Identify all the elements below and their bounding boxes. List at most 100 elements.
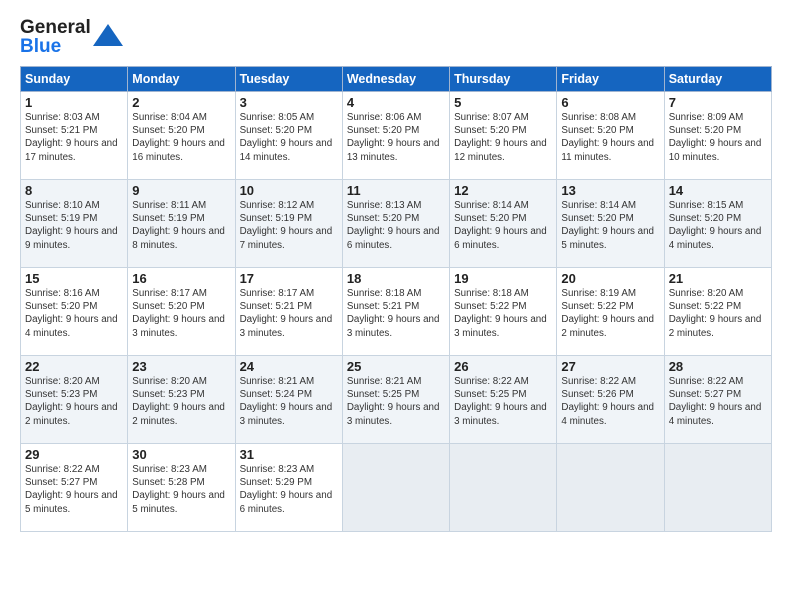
day-number: 6 xyxy=(561,95,659,110)
calendar-cell xyxy=(450,444,557,532)
calendar-week: 15Sunrise: 8:16 AMSunset: 5:20 PMDayligh… xyxy=(21,268,772,356)
day-info: Sunrise: 8:21 AMSunset: 5:24 PMDaylight:… xyxy=(240,375,338,428)
calendar-cell: 3Sunrise: 8:05 AMSunset: 5:20 PMDaylight… xyxy=(235,92,342,180)
day-info: Sunrise: 8:05 AMSunset: 5:20 PMDaylight:… xyxy=(240,111,338,164)
calendar-cell: 18Sunrise: 8:18 AMSunset: 5:21 PMDayligh… xyxy=(342,268,449,356)
day-info: Sunrise: 8:18 AMSunset: 5:22 PMDaylight:… xyxy=(454,287,552,340)
day-info: Sunrise: 8:11 AMSunset: 5:19 PMDaylight:… xyxy=(132,199,230,252)
day-info: Sunrise: 8:09 AMSunset: 5:20 PMDaylight:… xyxy=(669,111,767,164)
day-number: 4 xyxy=(347,95,445,110)
logo-blue: Blue xyxy=(20,36,61,57)
day-info: Sunrise: 8:08 AMSunset: 5:20 PMDaylight:… xyxy=(561,111,659,164)
page: General Blue SundayMondayTuesdayWednesda… xyxy=(0,0,792,612)
day-number: 9 xyxy=(132,183,230,198)
day-number: 26 xyxy=(454,359,552,374)
day-info: Sunrise: 8:06 AMSunset: 5:20 PMDaylight:… xyxy=(347,111,445,164)
calendar-cell: 28Sunrise: 8:22 AMSunset: 5:27 PMDayligh… xyxy=(664,356,771,444)
calendar-cell: 11Sunrise: 8:13 AMSunset: 5:20 PMDayligh… xyxy=(342,180,449,268)
calendar-cell: 23Sunrise: 8:20 AMSunset: 5:23 PMDayligh… xyxy=(128,356,235,444)
logo: General Blue xyxy=(20,18,123,56)
weekday-header: Friday xyxy=(557,67,664,92)
calendar-week: 1Sunrise: 8:03 AMSunset: 5:21 PMDaylight… xyxy=(21,92,772,180)
day-info: Sunrise: 8:22 AMSunset: 5:27 PMDaylight:… xyxy=(25,463,123,516)
day-number: 19 xyxy=(454,271,552,286)
calendar-week: 22Sunrise: 8:20 AMSunset: 5:23 PMDayligh… xyxy=(21,356,772,444)
day-number: 30 xyxy=(132,447,230,462)
calendar-cell: 13Sunrise: 8:14 AMSunset: 5:20 PMDayligh… xyxy=(557,180,664,268)
day-number: 28 xyxy=(669,359,767,374)
day-number: 24 xyxy=(240,359,338,374)
calendar-cell: 22Sunrise: 8:20 AMSunset: 5:23 PMDayligh… xyxy=(21,356,128,444)
day-info: Sunrise: 8:22 AMSunset: 5:27 PMDaylight:… xyxy=(669,375,767,428)
calendar-cell: 9Sunrise: 8:11 AMSunset: 5:19 PMDaylight… xyxy=(128,180,235,268)
calendar-cell: 6Sunrise: 8:08 AMSunset: 5:20 PMDaylight… xyxy=(557,92,664,180)
day-number: 3 xyxy=(240,95,338,110)
day-info: Sunrise: 8:20 AMSunset: 5:23 PMDaylight:… xyxy=(132,375,230,428)
day-number: 22 xyxy=(25,359,123,374)
day-info: Sunrise: 8:12 AMSunset: 5:19 PMDaylight:… xyxy=(240,199,338,252)
day-info: Sunrise: 8:17 AMSunset: 5:20 PMDaylight:… xyxy=(132,287,230,340)
day-number: 18 xyxy=(347,271,445,286)
header: General Blue xyxy=(20,18,772,56)
weekday-header: Saturday xyxy=(664,67,771,92)
day-info: Sunrise: 8:16 AMSunset: 5:20 PMDaylight:… xyxy=(25,287,123,340)
day-number: 13 xyxy=(561,183,659,198)
calendar-cell: 25Sunrise: 8:21 AMSunset: 5:25 PMDayligh… xyxy=(342,356,449,444)
day-info: Sunrise: 8:18 AMSunset: 5:21 PMDaylight:… xyxy=(347,287,445,340)
day-info: Sunrise: 8:20 AMSunset: 5:23 PMDaylight:… xyxy=(25,375,123,428)
calendar-cell: 12Sunrise: 8:14 AMSunset: 5:20 PMDayligh… xyxy=(450,180,557,268)
day-info: Sunrise: 8:13 AMSunset: 5:20 PMDaylight:… xyxy=(347,199,445,252)
day-number: 29 xyxy=(25,447,123,462)
calendar-cell: 29Sunrise: 8:22 AMSunset: 5:27 PMDayligh… xyxy=(21,444,128,532)
calendar-cell: 17Sunrise: 8:17 AMSunset: 5:21 PMDayligh… xyxy=(235,268,342,356)
calendar-cell: 2Sunrise: 8:04 AMSunset: 5:20 PMDaylight… xyxy=(128,92,235,180)
day-number: 31 xyxy=(240,447,338,462)
day-number: 17 xyxy=(240,271,338,286)
day-info: Sunrise: 8:10 AMSunset: 5:19 PMDaylight:… xyxy=(25,199,123,252)
day-number: 5 xyxy=(454,95,552,110)
calendar-cell: 24Sunrise: 8:21 AMSunset: 5:24 PMDayligh… xyxy=(235,356,342,444)
calendar-cell: 20Sunrise: 8:19 AMSunset: 5:22 PMDayligh… xyxy=(557,268,664,356)
day-number: 11 xyxy=(347,183,445,198)
day-number: 16 xyxy=(132,271,230,286)
calendar-cell: 30Sunrise: 8:23 AMSunset: 5:28 PMDayligh… xyxy=(128,444,235,532)
day-number: 20 xyxy=(561,271,659,286)
calendar-cell: 31Sunrise: 8:23 AMSunset: 5:29 PMDayligh… xyxy=(235,444,342,532)
day-info: Sunrise: 8:17 AMSunset: 5:21 PMDaylight:… xyxy=(240,287,338,340)
day-number: 8 xyxy=(25,183,123,198)
weekday-row: SundayMondayTuesdayWednesdayThursdayFrid… xyxy=(21,67,772,92)
calendar: SundayMondayTuesdayWednesdayThursdayFrid… xyxy=(20,66,772,532)
calendar-cell: 10Sunrise: 8:12 AMSunset: 5:19 PMDayligh… xyxy=(235,180,342,268)
weekday-header: Thursday xyxy=(450,67,557,92)
calendar-cell: 4Sunrise: 8:06 AMSunset: 5:20 PMDaylight… xyxy=(342,92,449,180)
day-info: Sunrise: 8:21 AMSunset: 5:25 PMDaylight:… xyxy=(347,375,445,428)
day-info: Sunrise: 8:22 AMSunset: 5:25 PMDaylight:… xyxy=(454,375,552,428)
logo-text: General Blue xyxy=(20,18,91,56)
day-number: 7 xyxy=(669,95,767,110)
logo-general: General xyxy=(20,17,91,38)
day-number: 2 xyxy=(132,95,230,110)
day-number: 27 xyxy=(561,359,659,374)
calendar-week: 8Sunrise: 8:10 AMSunset: 5:19 PMDaylight… xyxy=(21,180,772,268)
day-info: Sunrise: 8:15 AMSunset: 5:20 PMDaylight:… xyxy=(669,199,767,252)
calendar-body: 1Sunrise: 8:03 AMSunset: 5:21 PMDaylight… xyxy=(21,92,772,532)
day-info: Sunrise: 8:19 AMSunset: 5:22 PMDaylight:… xyxy=(561,287,659,340)
day-info: Sunrise: 8:04 AMSunset: 5:20 PMDaylight:… xyxy=(132,111,230,164)
day-number: 14 xyxy=(669,183,767,198)
calendar-cell xyxy=(664,444,771,532)
day-info: Sunrise: 8:14 AMSunset: 5:20 PMDaylight:… xyxy=(454,199,552,252)
calendar-cell: 26Sunrise: 8:22 AMSunset: 5:25 PMDayligh… xyxy=(450,356,557,444)
logo-flag xyxy=(93,24,123,51)
day-number: 25 xyxy=(347,359,445,374)
day-info: Sunrise: 8:20 AMSunset: 5:22 PMDaylight:… xyxy=(669,287,767,340)
calendar-cell: 14Sunrise: 8:15 AMSunset: 5:20 PMDayligh… xyxy=(664,180,771,268)
calendar-cell: 1Sunrise: 8:03 AMSunset: 5:21 PMDaylight… xyxy=(21,92,128,180)
day-number: 21 xyxy=(669,271,767,286)
calendar-week: 29Sunrise: 8:22 AMSunset: 5:27 PMDayligh… xyxy=(21,444,772,532)
day-info: Sunrise: 8:07 AMSunset: 5:20 PMDaylight:… xyxy=(454,111,552,164)
calendar-cell: 19Sunrise: 8:18 AMSunset: 5:22 PMDayligh… xyxy=(450,268,557,356)
day-info: Sunrise: 8:14 AMSunset: 5:20 PMDaylight:… xyxy=(561,199,659,252)
day-number: 23 xyxy=(132,359,230,374)
day-number: 15 xyxy=(25,271,123,286)
weekday-header: Monday xyxy=(128,67,235,92)
